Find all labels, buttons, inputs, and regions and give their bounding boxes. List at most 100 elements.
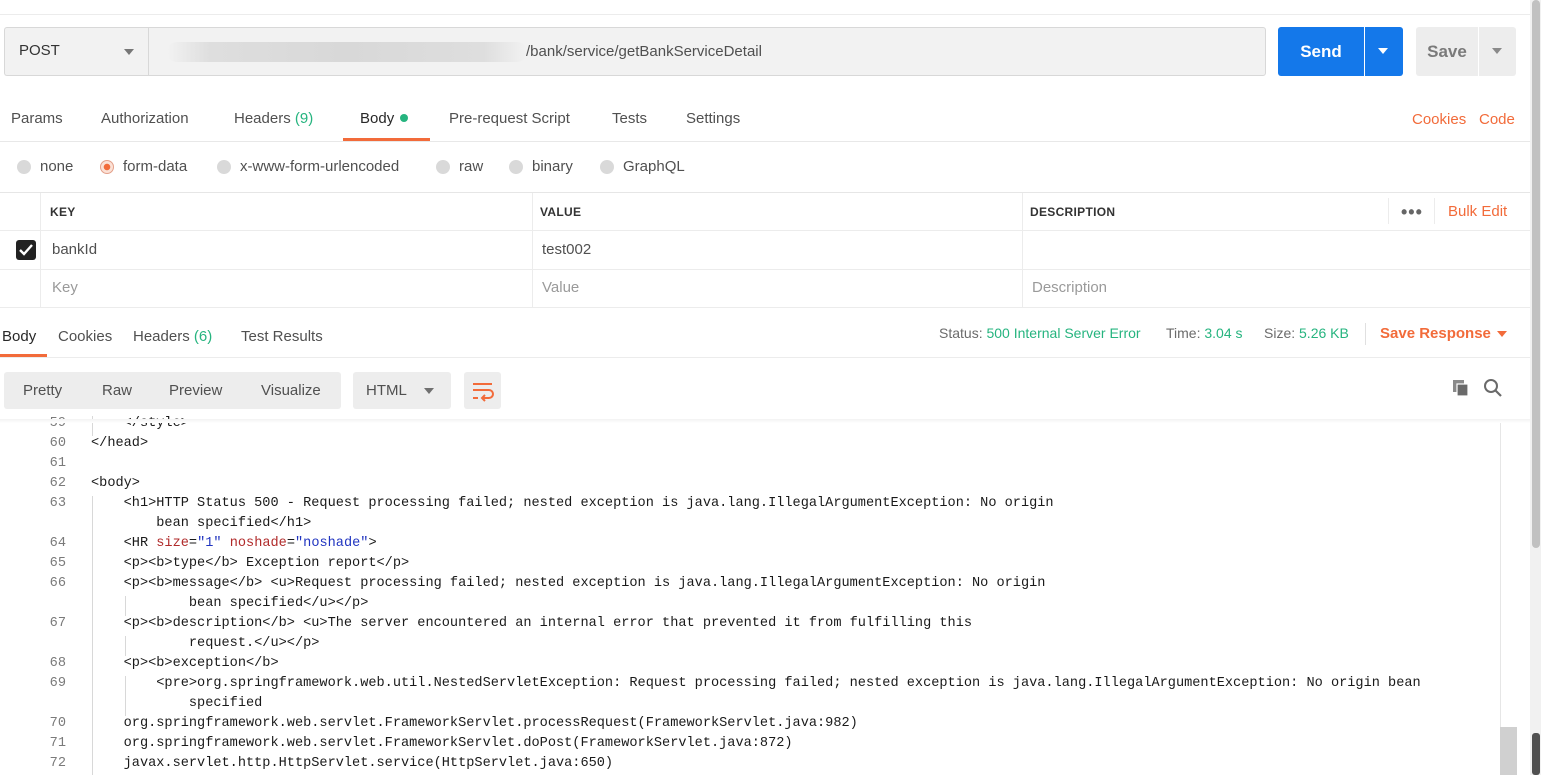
time-readout: Time: 3.04 s [1166, 325, 1243, 341]
checkmark-icon [19, 244, 33, 256]
copy-icon[interactable] [1451, 378, 1471, 402]
tabs-divider [0, 141, 1530, 142]
radio-label: none [40, 158, 74, 175]
response-tab-test-results[interactable]: Test Results [241, 328, 323, 345]
row-enabled-checkbox[interactable] [16, 240, 36, 260]
table-divider [40, 193, 41, 307]
code-line: specified [91, 696, 263, 711]
response-tab-cookies[interactable]: Cookies [58, 328, 112, 345]
bulk-edit-link[interactable]: Bulk Edit [1448, 203, 1507, 220]
radio-x-www-form-urlencoded[interactable]: x-www-form-urlencoded [217, 158, 399, 175]
code-line: <p><b>type</b> Exception report</p> [91, 556, 410, 571]
table-divider [0, 230, 1530, 231]
view-mode-raw[interactable]: Raw [102, 382, 132, 399]
column-header-description: DESCRIPTION [1030, 205, 1116, 219]
tab-headers-label: Headers [234, 110, 291, 127]
table-divider [0, 269, 1530, 270]
window-scrollbar-thumb[interactable] [1532, 0, 1540, 548]
radio-label: binary [532, 158, 573, 175]
status-label: Status: [939, 325, 983, 341]
url-input[interactable]: /bank/service/getBankServiceDetail [148, 27, 1266, 76]
time-label: Time: [1166, 325, 1201, 341]
view-mode-visualize[interactable]: Visualize [261, 382, 321, 399]
code-line: <p><b>description</b> <u>The server enco… [91, 616, 973, 631]
view-mode-pretty[interactable]: Pretty [23, 382, 62, 399]
chevron-down-icon [1378, 48, 1388, 54]
table-divider [532, 193, 533, 307]
table-divider [1434, 198, 1435, 224]
param-value-cell[interactable]: test002 [542, 241, 591, 258]
code-link[interactable]: Code [1479, 111, 1515, 128]
wrap-lines-icon [473, 383, 494, 402]
tab-body-label: Body [360, 110, 395, 127]
view-mode-preview[interactable]: Preview [169, 382, 222, 399]
save-button[interactable]: Save [1416, 27, 1478, 76]
send-options-button[interactable] [1365, 27, 1403, 76]
response-tab-headers[interactable]: Headers (6) [133, 328, 212, 345]
top-strip [0, 0, 1530, 15]
line-number: 65 [49, 556, 66, 571]
radio-circle-selected [100, 159, 114, 174]
line-number: 63 [49, 496, 66, 511]
tabs-divider [0, 357, 1530, 358]
radio-label: form-data [123, 158, 188, 175]
new-description-input[interactable]: Description [1032, 279, 1107, 296]
code-line: <body> [91, 476, 140, 491]
size-readout: Size: 5.26 KB [1264, 325, 1349, 341]
more-options-icon[interactable]: ••• [1401, 202, 1423, 223]
url-path-text: /bank/service/getBankServiceDetail [526, 43, 762, 60]
format-select[interactable]: HTML [353, 372, 451, 409]
line-number: 71 [49, 736, 66, 751]
response-code-viewer[interactable]: 59 </style> 60 </head> 61 62 <body> 63 <h1>HTT… [0, 413, 1500, 775]
body-indicator-dot [400, 114, 409, 122]
code-line: org.springframework.web.servlet.Framewor… [91, 736, 793, 751]
new-key-input[interactable]: Key [52, 279, 78, 296]
radio-label: x-www-form-urlencoded [240, 158, 400, 175]
chevron-down-icon[interactable] [1497, 331, 1507, 337]
chevron-down-icon [124, 49, 134, 55]
indent-guide [125, 636, 126, 656]
radio-raw[interactable]: raw [436, 158, 483, 175]
method-select[interactable]: POST [4, 27, 148, 76]
chevron-down-icon [424, 388, 434, 394]
line-number: 69 [49, 676, 66, 691]
size-value: 5.26 KB [1299, 325, 1349, 341]
line-number: 68 [49, 656, 66, 671]
tab-headers[interactable]: Headers (9) [234, 110, 313, 127]
send-button[interactable]: Send [1278, 27, 1364, 76]
tab-params[interactable]: Params [11, 110, 63, 127]
window-scrollbar-lower[interactable] [1532, 733, 1540, 775]
save-response-button[interactable]: Save Response [1380, 325, 1491, 342]
tab-body[interactable]: Body [360, 110, 409, 127]
response-tab-body[interactable]: Body [2, 328, 36, 345]
param-key-cell[interactable]: bankId [52, 241, 97, 258]
radio-binary[interactable]: binary [509, 158, 573, 175]
radio-graphql[interactable]: GraphQL [600, 158, 685, 175]
wrap-lines-button[interactable] [464, 372, 501, 409]
size-label: Size: [1264, 325, 1296, 341]
code-scrollbar-thumb[interactable] [1500, 727, 1517, 775]
tab-tests[interactable]: Tests [612, 110, 647, 127]
radio-circle [600, 159, 614, 174]
table-divider [1022, 193, 1023, 307]
radio-label: raw [459, 158, 484, 175]
line-number: 66 [49, 576, 66, 591]
search-icon[interactable] [1483, 378, 1503, 402]
code-scrollbar[interactable] [1500, 423, 1518, 775]
cookies-link[interactable]: Cookies [1412, 111, 1466, 128]
save-options-button[interactable] [1479, 27, 1516, 76]
response-tab-headers-label: Headers [133, 328, 190, 345]
radio-none[interactable]: none [17, 158, 73, 175]
code-line: org.springframework.web.servlet.Framewor… [91, 716, 858, 731]
radio-form-data[interactable]: form-data [100, 158, 187, 175]
code-line: javax.servlet.http.HttpServlet.service(H… [91, 756, 614, 771]
line-number: 61 [49, 456, 66, 471]
tab-settings[interactable]: Settings [686, 110, 740, 127]
response-tab-headers-count: (6) [193, 328, 213, 345]
tab-authorization[interactable]: Authorization [101, 110, 189, 127]
radio-circle [436, 159, 450, 174]
line-number: 62 [49, 476, 66, 491]
tab-pre-request-script[interactable]: Pre-request Script [449, 110, 570, 127]
chevron-down-icon [1492, 48, 1502, 54]
new-value-input[interactable]: Value [542, 279, 579, 296]
